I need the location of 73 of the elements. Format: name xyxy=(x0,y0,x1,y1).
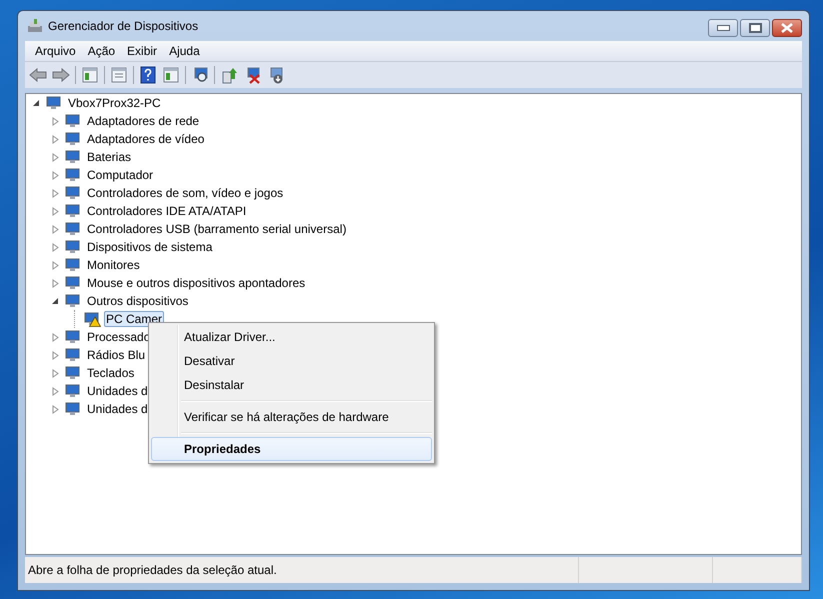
device-icon xyxy=(64,293,82,309)
menu-item[interactable]: Ajuda xyxy=(163,44,206,58)
expand-arrow-icon[interactable] xyxy=(51,332,60,342)
properties-icon[interactable] xyxy=(110,66,128,84)
help-icon[interactable] xyxy=(139,66,157,84)
menu-item[interactable]: Arquivo xyxy=(29,44,82,58)
menu-item[interactable]: Propriedades xyxy=(151,437,432,461)
expand-arrow-icon[interactable] xyxy=(51,260,60,270)
tree-item[interactable]: Dispositivos de sistema xyxy=(85,239,214,255)
tree-item[interactable]: Rádios Blu xyxy=(85,347,148,363)
menu-item[interactable]: Verificar se há alterações de hardware xyxy=(151,405,432,429)
tree-item[interactable]: Controladores USB (barramento serial universal) xyxy=(85,221,348,237)
tree-item[interactable]: Outros dispositivos xyxy=(85,293,190,309)
device-icon xyxy=(64,149,82,165)
action-pane-icon[interactable] xyxy=(162,66,180,84)
expand-arrow-icon[interactable] xyxy=(51,350,60,360)
expand-arrow-icon[interactable] xyxy=(51,206,60,216)
close-icon xyxy=(781,23,793,33)
close-button[interactable] xyxy=(772,19,802,37)
device-icon xyxy=(64,401,82,417)
tree-item[interactable]: Monitores xyxy=(85,257,142,273)
expand-arrow-icon[interactable] xyxy=(51,404,60,414)
menu-item[interactable]: Desinstalar xyxy=(151,373,432,397)
forward-icon[interactable] xyxy=(52,66,70,84)
device-icon xyxy=(64,275,82,291)
expand-arrow-icon[interactable] xyxy=(51,134,60,144)
device-icon xyxy=(64,131,82,147)
tree-item[interactable]: Adaptadores de rede xyxy=(85,113,202,129)
back-icon[interactable] xyxy=(29,66,47,84)
tree-item[interactable]: Controladores de som, vídeo e jogos xyxy=(85,185,286,201)
expand-arrow-icon[interactable] xyxy=(51,116,60,126)
device-icon xyxy=(64,113,82,129)
device-icon xyxy=(64,221,82,237)
tree-item[interactable]: Teclados xyxy=(85,365,136,381)
device-icon xyxy=(64,185,82,201)
tree-item[interactable]: Processado xyxy=(85,329,152,345)
tree-item[interactable]: Unidades d xyxy=(85,383,150,399)
tree-item[interactable]: Controladores IDE ATA/ATAPI xyxy=(85,203,248,219)
menu-item[interactable]: Atualizar Driver... xyxy=(151,325,432,349)
device-icon xyxy=(64,203,82,219)
expand-arrow-icon[interactable] xyxy=(51,170,60,180)
expand-arrow-icon[interactable] xyxy=(51,278,60,288)
status-text: Abre a folha de propriedades da seleção atual. xyxy=(25,557,579,583)
maximize-button[interactable] xyxy=(740,19,770,37)
window-title: Gerenciador de Dispositivos xyxy=(48,19,198,33)
tree-item[interactable]: Adaptadores de vídeo xyxy=(85,131,206,147)
minimize-button[interactable] xyxy=(708,19,738,37)
collapse-arrow-icon[interactable] xyxy=(32,98,41,108)
tree-item[interactable]: Mouse e outros dispositivos apontadores xyxy=(85,275,308,291)
tree-item[interactable]: Vbox7Prox32-PC xyxy=(66,95,163,111)
menu-item[interactable]: Desativar xyxy=(151,349,432,373)
expand-arrow-icon[interactable] xyxy=(51,224,60,234)
device-icon xyxy=(64,347,82,363)
menu-item[interactable]: Ação xyxy=(82,44,122,58)
collapse-arrow-icon[interactable] xyxy=(51,296,60,306)
expand-arrow-icon[interactable] xyxy=(51,386,60,396)
expand-arrow-icon[interactable] xyxy=(51,242,60,252)
tree-item[interactable]: Unidades d xyxy=(85,401,150,417)
device-icon xyxy=(45,95,63,111)
expand-arrow-icon[interactable] xyxy=(51,188,60,198)
update-driver-icon[interactable] xyxy=(220,66,238,84)
device-icon xyxy=(64,383,82,399)
device-icon xyxy=(64,167,82,183)
expand-arrow-icon[interactable] xyxy=(51,152,60,162)
device-icon xyxy=(64,329,82,345)
device-icon xyxy=(64,257,82,273)
device-icon xyxy=(64,365,82,381)
tree-item[interactable]: Baterias xyxy=(85,149,134,165)
tree-item[interactable]: Computador xyxy=(85,167,156,183)
device-icon xyxy=(64,239,82,255)
menu-item[interactable]: Exibir xyxy=(121,44,164,58)
expand-arrow-icon[interactable] xyxy=(51,368,60,378)
console-tree-icon[interactable] xyxy=(81,66,99,84)
